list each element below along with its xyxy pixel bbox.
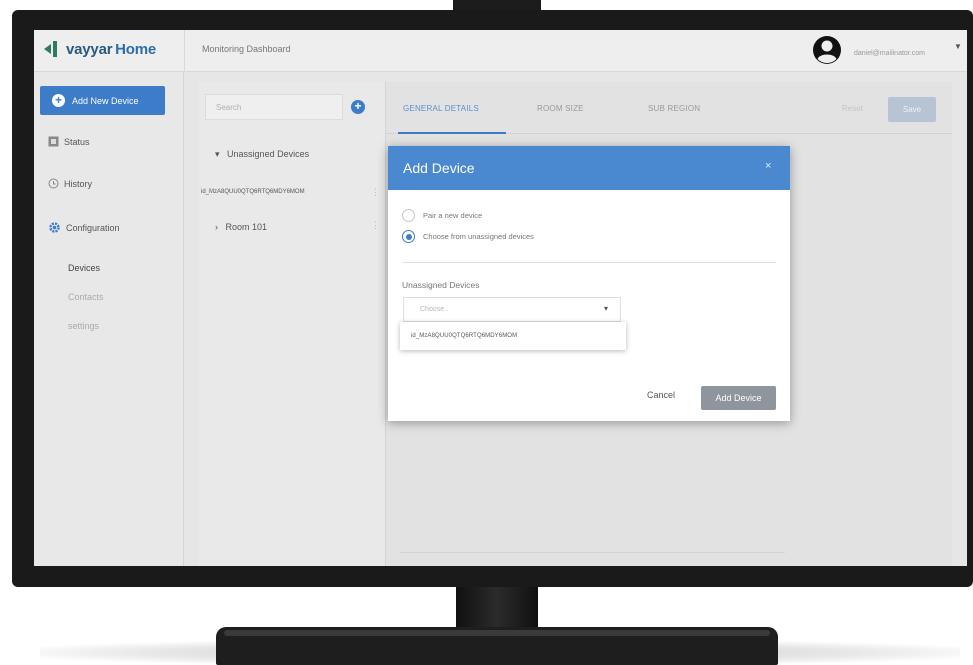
unassigned-devices-label: Unassigned Devices: [402, 280, 480, 290]
caret-down-icon: ▾: [604, 304, 609, 313]
dialog-divider: [402, 262, 776, 263]
tree-row-label: id_MzA8QUU0QTQ6RTQ6MDY6MOM: [201, 189, 305, 195]
monitor-mockup: vayyar Home Monitoring Dashboard daniel@…: [0, 0, 973, 665]
tree-search-input[interactable]: Search: [205, 94, 343, 120]
device-tree-panel: Search + ▾ Unassigned Devices id_MzA8QUU…: [199, 82, 386, 566]
top-divider: [184, 30, 185, 72]
active-tab-indicator: [398, 132, 506, 134]
radio-checked[interactable]: [402, 230, 415, 243]
sidebar-item-label: History: [64, 178, 93, 189]
add-device-dialog: Add Device × Pair a new device Choose fr…: [388, 146, 790, 421]
tab-sub-region[interactable]: SUB REGION: [648, 104, 700, 113]
sidebar-subitem-contacts[interactable]: Contacts: [68, 292, 104, 302]
add-new-device-button[interactable]: + Add New Device: [40, 86, 165, 115]
sidebar-item-status[interactable]: Status: [48, 136, 90, 147]
select-dropdown-menu: id_MzA8QUU0QTQ6RTQ6MDY6MOM: [400, 322, 626, 350]
sidebar-subitem-settings[interactable]: settings: [68, 321, 99, 331]
tree-row-label: Unassigned Devices: [227, 149, 310, 159]
tree-row-device[interactable]: id_MzA8QUU0QTQ6RTQ6MDY6MOM: [201, 189, 305, 195]
monitor-base-highlight: [224, 630, 770, 636]
radio-label: Choose from unassigned devices: [423, 232, 534, 241]
sidebar-item-configuration[interactable]: Configuration: [48, 221, 120, 234]
logo-brand: vayyar: [66, 40, 113, 58]
kebab-icon[interactable]: ⋮: [371, 187, 380, 198]
unassigned-devices-select[interactable]: Choose.. ▾: [403, 297, 621, 322]
radio-label: Pair a new device: [423, 211, 483, 220]
top-bar: vayyar Home Monitoring Dashboard daniel@…: [34, 30, 967, 72]
add-new-device-label: Add New Device: [72, 95, 139, 106]
tab-bar: GENERAL DETAILS ROOM SIZE SUB REGION Res…: [386, 82, 952, 134]
tree-row-label: Room 101: [225, 222, 268, 232]
logo[interactable]: vayyar Home: [44, 40, 156, 58]
sidebar-item-label: Configuration: [66, 222, 120, 233]
tree-row-unassigned[interactable]: ▾ Unassigned Devices: [215, 149, 309, 160]
logo-suffix: Home: [115, 40, 157, 58]
cancel-button[interactable]: Cancel: [647, 390, 675, 400]
sidebar: + Add New Device Status History Configur…: [34, 72, 184, 566]
divider: [400, 552, 785, 553]
vayyar-logo-icon: [44, 40, 60, 58]
plus-icon: +: [52, 94, 65, 107]
page-title: Monitoring Dashboard: [202, 44, 291, 54]
save-button[interactable]: Save: [888, 97, 936, 122]
dropdown-option[interactable]: id_MzA8QUU0QTQ6RTQ6MDY6MOM: [411, 333, 517, 339]
sidebar-item-label: Status: [64, 136, 90, 147]
radio-choose-unassigned[interactable]: Choose from unassigned devices: [402, 230, 534, 243]
user-avatar-icon[interactable]: [812, 35, 842, 65]
tree-row-room[interactable]: › Room 101: [215, 222, 267, 232]
monitor-neck: [456, 587, 538, 627]
radio-unchecked[interactable]: [402, 209, 415, 222]
dialog-header: Add Device ×: [388, 146, 790, 190]
sidebar-item-history[interactable]: History: [48, 178, 92, 189]
tab-room-size[interactable]: ROOM SIZE: [537, 104, 584, 113]
caret-right-icon: ›: [215, 222, 218, 232]
caret-down-icon: ▾: [215, 149, 220, 159]
dialog-title: Add Device: [403, 160, 475, 176]
close-icon[interactable]: ×: [765, 160, 771, 172]
add-node-icon[interactable]: +: [351, 100, 365, 114]
kebab-icon[interactable]: ⋮: [371, 220, 380, 231]
radio-pair-new-device[interactable]: Pair a new device: [402, 209, 482, 222]
status-icon: [48, 136, 59, 147]
sidebar-subitem-devices[interactable]: Devices: [68, 263, 100, 273]
user-email[interactable]: daniel@mailinator.com: [854, 50, 925, 57]
add-device-button[interactable]: Add Device: [701, 386, 776, 410]
gear-icon: [49, 222, 60, 233]
select-placeholder: Choose..: [420, 306, 449, 313]
chevron-down-icon[interactable]: ▼: [954, 42, 962, 51]
reset-button[interactable]: Reset: [842, 104, 863, 113]
tab-general-details[interactable]: GENERAL DETAILS: [403, 104, 479, 113]
history-icon: [48, 178, 59, 189]
